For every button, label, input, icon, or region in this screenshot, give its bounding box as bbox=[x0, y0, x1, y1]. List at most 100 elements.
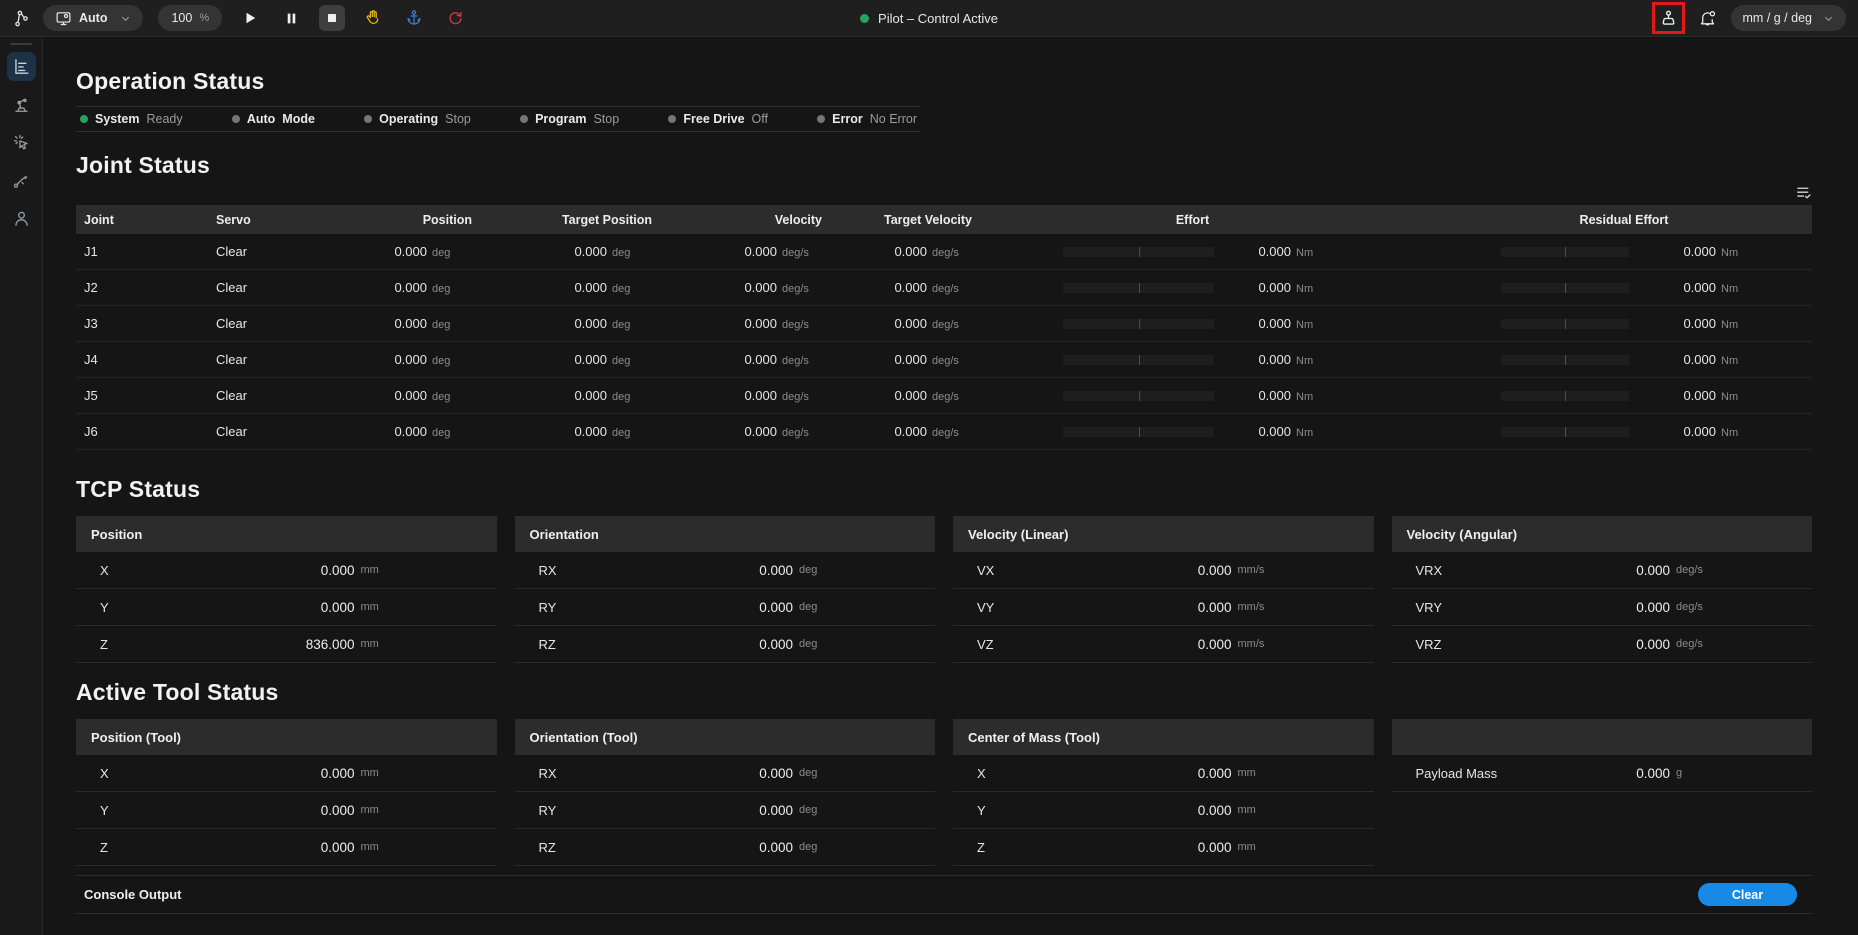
sidebar-item-pointer-control[interactable] bbox=[7, 128, 36, 157]
speed-control[interactable]: 100 % bbox=[158, 5, 222, 31]
value: 0.000 bbox=[894, 244, 927, 259]
status-card: PositionX0.000mmY0.000mmZ836.000mm bbox=[76, 516, 497, 663]
pause-button[interactable] bbox=[278, 5, 304, 31]
value-with-unit: 0.000Nm bbox=[1629, 352, 1747, 367]
target-position-cell: 0.000deg bbox=[472, 352, 652, 367]
row-label: Z bbox=[100, 637, 306, 652]
unit: deg bbox=[612, 319, 652, 331]
sidebar-item-path[interactable] bbox=[7, 166, 36, 195]
column-header: Target Velocity bbox=[822, 213, 972, 227]
anchor-button[interactable] bbox=[401, 5, 427, 31]
row-unit: deg/s bbox=[1676, 638, 1724, 650]
status-label: Program bbox=[535, 112, 586, 126]
row-unit: mm/s bbox=[1238, 638, 1286, 650]
card-title: Center of Mass (Tool) bbox=[953, 719, 1374, 755]
row-label: X bbox=[100, 766, 321, 781]
joint-table-row: J3Clear0.000deg0.000deg0.000deg/s0.000de… bbox=[76, 306, 1812, 342]
row-value: 0.000 bbox=[1198, 840, 1232, 855]
status-card: OrientationRX0.000degRY0.000degRZ0.000de… bbox=[515, 516, 936, 663]
row-label: Y bbox=[100, 803, 321, 818]
row-value: 0.000 bbox=[759, 840, 793, 855]
status-label: Auto bbox=[247, 112, 275, 126]
unit: Nm bbox=[1721, 427, 1747, 439]
card-title: Position (Tool) bbox=[76, 719, 497, 755]
status-value: No Error bbox=[870, 112, 917, 126]
joint-cell: J1 bbox=[76, 244, 208, 259]
console-output-title: Console Output bbox=[84, 887, 182, 902]
pilot-status-label: Pilot – Control Active bbox=[878, 11, 998, 26]
joint-cell: J4 bbox=[76, 352, 208, 367]
status-value: Stop bbox=[593, 112, 619, 126]
status-card: Position (Tool)X0.000mmY0.000mmZ0.000mm bbox=[76, 719, 497, 866]
sidebar-item-status-monitor[interactable] bbox=[7, 52, 36, 81]
stop-button[interactable] bbox=[319, 5, 345, 31]
status-dot bbox=[232, 115, 240, 123]
unit: Nm bbox=[1296, 355, 1322, 367]
tcp-status-title: TCP Status bbox=[76, 476, 1812, 503]
column-header: Effort bbox=[972, 205, 1342, 234]
joystick-button-highlighted[interactable] bbox=[1652, 2, 1685, 34]
value: 0.000 bbox=[1683, 316, 1716, 331]
reset-button[interactable] bbox=[442, 5, 468, 31]
value-with-unit: 0.000Nm bbox=[1214, 424, 1322, 439]
velocity-cell: 0.000deg/s bbox=[652, 316, 822, 331]
mode-dropdown-value: Auto bbox=[79, 11, 107, 25]
card-row: Y0.000mm bbox=[76, 792, 497, 829]
position-cell: 0.000deg bbox=[322, 352, 472, 367]
status-indicator: SystemReady bbox=[80, 112, 183, 126]
value-with-unit: 0.000Nm bbox=[1629, 280, 1747, 295]
target-velocity-cell: 0.000deg/s bbox=[822, 352, 972, 367]
pilot-status-dot bbox=[860, 14, 869, 23]
row-label: RY bbox=[539, 600, 760, 615]
list-check-icon[interactable] bbox=[1795, 184, 1812, 201]
effort-cell: 0.000Nm bbox=[972, 234, 1342, 269]
mode-dropdown[interactable]: Auto bbox=[43, 5, 143, 31]
unit: deg/s bbox=[932, 355, 972, 367]
velocity-cell: 0.000deg/s bbox=[652, 424, 822, 439]
joint-status-table: JointServoPositionTarget PositionVelocit… bbox=[76, 205, 1812, 450]
sidebar-item-user[interactable] bbox=[7, 204, 36, 233]
position-cell: 0.000deg bbox=[322, 424, 472, 439]
status-card: Orientation (Tool)RX0.000degRY0.000degRZ… bbox=[515, 719, 936, 866]
card-row: Z0.000mm bbox=[76, 829, 497, 866]
row-label: RX bbox=[539, 563, 760, 578]
row-value: 0.000 bbox=[1636, 766, 1670, 781]
value: 0.000 bbox=[1258, 424, 1291, 439]
card-row: VRY0.000deg/s bbox=[1392, 589, 1813, 626]
row-value: 0.000 bbox=[1636, 563, 1670, 578]
row-label: VX bbox=[977, 563, 1198, 578]
card-row: Y0.000mm bbox=[76, 589, 497, 626]
chevron-down-icon bbox=[120, 13, 131, 24]
row-label: VRZ bbox=[1416, 637, 1637, 652]
row-unit: mm bbox=[361, 841, 409, 853]
status-dot bbox=[364, 115, 372, 123]
card-row: Payload Mass0.000g bbox=[1392, 755, 1813, 792]
unit: deg/s bbox=[782, 355, 822, 367]
unit: deg/s bbox=[782, 283, 822, 295]
row-value: 0.000 bbox=[321, 840, 355, 855]
play-button[interactable] bbox=[237, 5, 263, 31]
hand-guide-button[interactable] bbox=[360, 5, 386, 31]
card-title bbox=[1392, 719, 1813, 755]
value: 0.000 bbox=[574, 316, 607, 331]
target-position-cell: 0.000deg bbox=[472, 280, 652, 295]
row-label: X bbox=[977, 766, 1198, 781]
status-indicator: AutoMode bbox=[232, 112, 315, 126]
card-row: X0.000mm bbox=[953, 755, 1374, 792]
joint-cell: J5 bbox=[76, 388, 208, 403]
value: 0.000 bbox=[1258, 352, 1291, 367]
status-card: Velocity (Linear)VX0.000mm/sVY0.000mm/sV… bbox=[953, 516, 1374, 663]
row-unit: mm bbox=[1238, 767, 1286, 779]
unit: Nm bbox=[1721, 319, 1747, 331]
row-unit: mm bbox=[361, 564, 409, 576]
row-label: RX bbox=[539, 766, 760, 781]
target-velocity-cell: 0.000deg/s bbox=[822, 280, 972, 295]
target-position-cell: 0.000deg bbox=[472, 244, 652, 259]
units-dropdown[interactable]: mm / g / deg bbox=[1731, 5, 1846, 31]
sidebar-item-robot[interactable] bbox=[7, 90, 36, 119]
status-label: Error bbox=[832, 112, 863, 126]
notification-bell-icon[interactable] bbox=[1695, 5, 1721, 31]
unit: deg/s bbox=[932, 283, 972, 295]
value-with-unit: 0.000Nm bbox=[1629, 424, 1747, 439]
console-clear-button[interactable]: Clear bbox=[1698, 883, 1797, 906]
